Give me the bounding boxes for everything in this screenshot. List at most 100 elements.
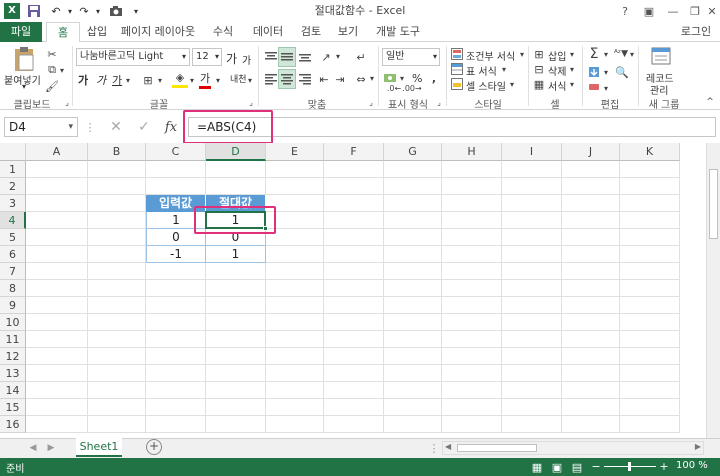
align-bottom-icon[interactable]: [296, 48, 314, 66]
tab-home[interactable]: 홈: [46, 22, 80, 43]
grid-cell[interactable]: [442, 382, 502, 399]
comma-style-icon[interactable]: ,: [428, 70, 440, 86]
collapse-ribbon-icon[interactable]: ^: [704, 96, 716, 108]
grid-cell[interactable]: [88, 314, 146, 331]
grid-cell[interactable]: [206, 399, 266, 416]
increase-decimal-icon[interactable]: .0←: [386, 82, 402, 94]
grid-cell[interactable]: [324, 314, 384, 331]
fill-color-icon[interactable]: ◈: [172, 70, 188, 88]
font-launcher-icon[interactable]: ⌟: [246, 96, 256, 108]
row-header-16[interactable]: 16: [0, 416, 26, 433]
grid-cell[interactable]: [324, 161, 384, 178]
grid-cell[interactable]: [26, 246, 88, 263]
grid-cell[interactable]: [206, 161, 266, 178]
grid-cell[interactable]: [384, 314, 442, 331]
normal-view-icon[interactable]: ▦: [530, 460, 544, 474]
camera-icon[interactable]: [108, 3, 124, 19]
row-header-13[interactable]: 13: [0, 365, 26, 382]
row-header-6[interactable]: 6: [0, 246, 26, 263]
horizontal-scrollbar[interactable]: ◀ ▶: [442, 441, 704, 455]
grid-cell[interactable]: [88, 246, 146, 263]
column-header-i[interactable]: I: [502, 143, 562, 161]
grid-cell[interactable]: [384, 280, 442, 297]
cancel-entry-icon[interactable]: ✕: [106, 117, 126, 137]
sheet-next-icon[interactable]: ▶: [44, 440, 58, 456]
grid-cell[interactable]: [620, 212, 680, 229]
grid-cell[interactable]: [384, 195, 442, 212]
grid-cell[interactable]: [620, 263, 680, 280]
zoom-slider[interactable]: [604, 462, 656, 471]
tab-developer[interactable]: 개발 도구: [370, 22, 426, 42]
grid-cell[interactable]: [384, 229, 442, 246]
grid-cell[interactable]: [324, 399, 384, 416]
grid-cell[interactable]: [206, 416, 266, 433]
grid-cell[interactable]: [324, 365, 384, 382]
grid-cell[interactable]: [620, 399, 680, 416]
grid-cell[interactable]: [88, 348, 146, 365]
close-icon[interactable]: ✕: [704, 2, 720, 20]
grid-cell[interactable]: [324, 229, 384, 246]
grid-cell[interactable]: [502, 297, 562, 314]
grid-cell[interactable]: [502, 178, 562, 195]
format-cells-button[interactable]: 서식: [548, 78, 566, 93]
grid-cell[interactable]: [88, 195, 146, 212]
grid-cell[interactable]: [620, 331, 680, 348]
grid-cell[interactable]: [88, 263, 146, 280]
grid-cell[interactable]: [502, 314, 562, 331]
grid-cell[interactable]: [206, 365, 266, 382]
grid-cell[interactable]: [324, 331, 384, 348]
phonetic-dropdown-icon[interactable]: ▾: [246, 74, 254, 86]
insert-function-button[interactable]: fx: [160, 117, 182, 137]
row-header-10[interactable]: 10: [0, 314, 26, 331]
sheet-prev-icon[interactable]: ◀: [26, 440, 40, 456]
grid-cell[interactable]: [324, 195, 384, 212]
grid-cell[interactable]: [384, 399, 442, 416]
ribbon-display-icon[interactable]: ▣: [638, 2, 660, 20]
grid-cell[interactable]: [324, 297, 384, 314]
wrap-text-icon[interactable]: ↵: [352, 48, 370, 66]
column-header-e[interactable]: E: [266, 143, 324, 161]
grid-cell[interactable]: [442, 348, 502, 365]
tab-page-layout[interactable]: 페이지 레이아웃: [118, 22, 198, 42]
grid-cell[interactable]: [206, 178, 266, 195]
shrink-font-button[interactable]: 가: [242, 52, 251, 67]
paste-icon[interactable]: [10, 46, 38, 72]
row-header-14[interactable]: 14: [0, 382, 26, 399]
grid-cell[interactable]: [442, 229, 502, 246]
grid-cell[interactable]: [266, 280, 324, 297]
grid-cell[interactable]: [146, 263, 206, 280]
grid-cell[interactable]: [26, 348, 88, 365]
insert-dropdown-icon[interactable]: ▾: [568, 48, 576, 60]
grid-cell[interactable]: [562, 331, 620, 348]
font-color-dropdown-icon[interactable]: ▾: [214, 74, 222, 86]
clear-icon[interactable]: [586, 80, 602, 94]
font-size-select[interactable]: 12 ▾: [192, 48, 222, 66]
sign-in-link[interactable]: 로그인: [676, 22, 716, 42]
grid-cell[interactable]: [266, 263, 324, 280]
grid-cell[interactable]: [562, 416, 620, 433]
grid-cell[interactable]: [562, 161, 620, 178]
scroll-left-icon[interactable]: ◀: [445, 442, 451, 451]
grid-cell[interactable]: [266, 161, 324, 178]
tab-formulas[interactable]: 수식: [206, 22, 240, 42]
grid-cell[interactable]: [442, 280, 502, 297]
grid-cell[interactable]: [384, 161, 442, 178]
grid-cell[interactable]: [502, 348, 562, 365]
grid-cell[interactable]: [442, 416, 502, 433]
number-launcher-icon[interactable]: ⌟: [434, 96, 444, 108]
column-header-a[interactable]: A: [26, 143, 88, 161]
number-format-select[interactable]: 일반 ▾: [382, 48, 440, 66]
grid-cell[interactable]: [442, 195, 502, 212]
grid-cell[interactable]: [266, 331, 324, 348]
align-right-icon[interactable]: [296, 70, 314, 88]
grid-cell[interactable]: [146, 161, 206, 178]
grid-cell[interactable]: [266, 382, 324, 399]
grid-cell[interactable]: [146, 365, 206, 382]
grid-cell[interactable]: [620, 297, 680, 314]
grid-cell[interactable]: [442, 314, 502, 331]
grid-cell[interactable]: [324, 212, 384, 229]
grid-cell[interactable]: [562, 365, 620, 382]
grid-cell[interactable]: [26, 161, 88, 178]
column-header-c[interactable]: C: [146, 143, 206, 161]
grid-cell[interactable]: [620, 229, 680, 246]
